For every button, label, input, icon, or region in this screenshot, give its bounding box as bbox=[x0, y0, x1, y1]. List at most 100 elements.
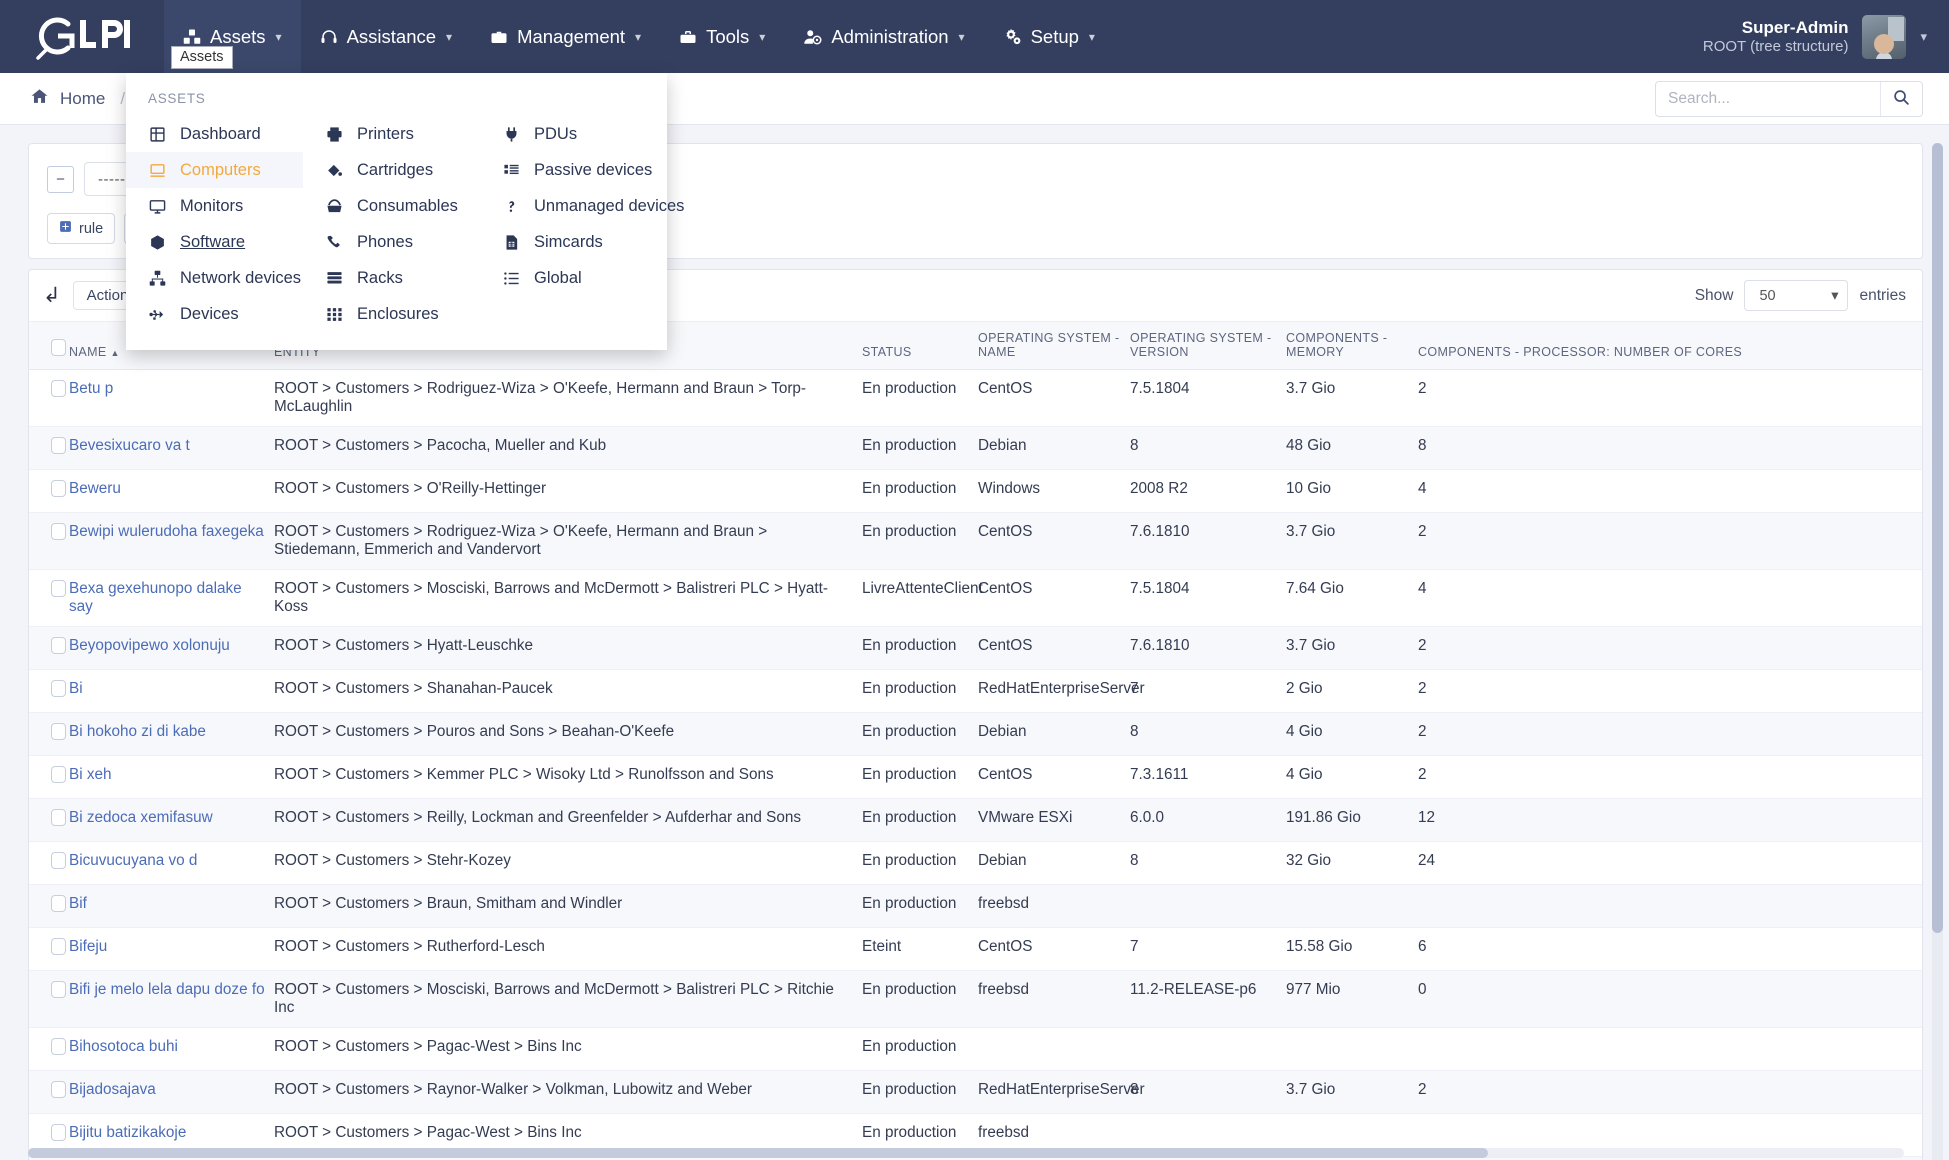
select-all-checkbox[interactable] bbox=[51, 339, 66, 356]
nav-item-tools[interactable]: Tools ▾ bbox=[660, 0, 784, 73]
table-row[interactable]: Bifeju ROOT > Customers > Rutherford-Lesc… bbox=[29, 927, 1922, 971]
column-header-os-name[interactable]: OPERATING SYSTEM - NAME bbox=[978, 322, 1130, 370]
glpi-logo[interactable] bbox=[28, 13, 146, 61]
row-checkbox-cell[interactable] bbox=[29, 569, 69, 627]
row-checkbox[interactable] bbox=[51, 523, 66, 540]
menu-item-monitors[interactable]: Monitors bbox=[126, 188, 303, 224]
menu-item-phones[interactable]: Phones bbox=[303, 224, 480, 260]
user-menu[interactable]: Super-Admin ROOT (tree structure) ▾ bbox=[1703, 14, 1927, 59]
menu-item-software[interactable]: Software bbox=[126, 224, 303, 260]
table-row[interactable]: Bihosotoca buhi ROOT > Customers > Pagac-… bbox=[29, 1027, 1922, 1071]
row-checkbox-cell[interactable] bbox=[29, 927, 69, 971]
menu-item-enclosures[interactable]: Enclosures bbox=[303, 296, 480, 332]
row-checkbox[interactable] bbox=[51, 1038, 66, 1055]
row-checkbox[interactable] bbox=[51, 895, 66, 912]
table-row[interactable]: Bexa gexehunopo dalake say ROOT > Custome… bbox=[29, 569, 1922, 627]
cell-name[interactable]: Beyopovipewo xolonuju bbox=[69, 626, 274, 670]
row-checkbox[interactable] bbox=[51, 1081, 66, 1098]
row-checkbox-cell[interactable] bbox=[29, 1070, 69, 1114]
avatar[interactable] bbox=[1862, 14, 1907, 59]
nav-item-administration[interactable]: Administration ▾ bbox=[784, 0, 983, 73]
nav-item-assistance[interactable]: Assistance ▾ bbox=[301, 0, 472, 73]
menu-item-network-devices[interactable]: Network devices bbox=[126, 260, 303, 296]
nav-item-setup[interactable]: Setup ▾ bbox=[984, 0, 1114, 73]
asset-name-link[interactable]: Betu p bbox=[69, 380, 113, 397]
table-row[interactable]: Beweru ROOT > Customers > O'Reilly-Hettin… bbox=[29, 469, 1922, 513]
table-row[interactable]: Beyopovipewo xolonuju ROOT > Customers > … bbox=[29, 626, 1922, 670]
search-input[interactable] bbox=[1656, 81, 1880, 116]
asset-name-link[interactable]: Bihosotoca buhi bbox=[69, 1038, 178, 1055]
row-checkbox-cell[interactable] bbox=[29, 798, 69, 842]
table-row[interactable]: Bi zedoca xemifasuw ROOT > Customers > Re… bbox=[29, 798, 1922, 842]
cell-name[interactable]: Beweru bbox=[69, 469, 274, 513]
cell-name[interactable]: Bewipi wulerudoha faxegeka bbox=[69, 512, 274, 570]
cell-name[interactable]: Bevesixucaro va t bbox=[69, 426, 274, 470]
table-row[interactable]: Bewipi wulerudoha faxegeka ROOT > Custome… bbox=[29, 512, 1922, 570]
row-checkbox[interactable] bbox=[51, 1124, 66, 1141]
row-checkbox[interactable] bbox=[51, 938, 66, 955]
column-header-status[interactable]: STATUS bbox=[862, 322, 978, 370]
asset-name-link[interactable]: Bi bbox=[69, 680, 83, 697]
column-header-memory[interactable]: COMPONENTS - MEMORY bbox=[1286, 322, 1418, 370]
asset-name-link[interactable]: Bifi je melo lela dapu doze fo bbox=[69, 981, 265, 998]
cell-name[interactable]: Betu p bbox=[69, 369, 274, 427]
menu-item-global[interactable]: Global bbox=[480, 260, 684, 296]
asset-name-link[interactable]: Bexa gexehunopo dalake say bbox=[69, 580, 242, 615]
menu-item-simcards[interactable]: Simcards bbox=[480, 224, 684, 260]
row-checkbox-cell[interactable] bbox=[29, 712, 69, 756]
row-checkbox-cell[interactable] bbox=[29, 970, 69, 1028]
row-checkbox[interactable] bbox=[51, 437, 66, 454]
cell-name[interactable]: Bi hokoho zi di kabe bbox=[69, 712, 274, 756]
row-checkbox-cell[interactable] bbox=[29, 426, 69, 470]
table-row[interactable]: Bifi je melo lela dapu doze fo ROOT > Cus… bbox=[29, 970, 1922, 1028]
asset-name-link[interactable]: Bijadosajava bbox=[69, 1081, 156, 1098]
asset-name-link[interactable]: Bijitu batizikakoje bbox=[69, 1124, 186, 1141]
menu-item-unmanaged-devices[interactable]: Unmanaged devices bbox=[480, 188, 684, 224]
global-search[interactable] bbox=[1655, 80, 1923, 117]
asset-name-link[interactable]: Bi hokoho zi di kabe bbox=[69, 723, 206, 740]
row-checkbox-cell[interactable] bbox=[29, 884, 69, 928]
cell-name[interactable]: Bicuvucuyana vo d bbox=[69, 841, 274, 885]
menu-item-devices[interactable]: Devices bbox=[126, 296, 303, 332]
cell-name[interactable]: Bifi je melo lela dapu doze fo bbox=[69, 970, 274, 1028]
menu-item-racks[interactable]: Racks bbox=[303, 260, 480, 296]
row-checkbox-cell[interactable] bbox=[29, 1027, 69, 1071]
table-row[interactable]: Bijadosajava ROOT > Customers > Raynor-Wa… bbox=[29, 1070, 1922, 1114]
table-row[interactable]: Betu p ROOT > Customers > Rodriguez-Wiza … bbox=[29, 369, 1922, 427]
row-checkbox-cell[interactable] bbox=[29, 841, 69, 885]
table-row[interactable]: Bi ROOT > Customers > Shanahan-Paucek En p… bbox=[29, 669, 1922, 713]
asset-name-link[interactable]: Beweru bbox=[69, 480, 121, 497]
row-checkbox-cell[interactable] bbox=[29, 512, 69, 570]
asset-name-link[interactable]: Bevesixucaro va t bbox=[69, 437, 190, 454]
row-checkbox-cell[interactable] bbox=[29, 669, 69, 713]
asset-name-link[interactable]: Bewipi wulerudoha faxegeka bbox=[69, 523, 264, 540]
asset-name-link[interactable]: Bicuvucuyana vo d bbox=[69, 852, 197, 869]
cell-name[interactable]: Bifeju bbox=[69, 927, 274, 971]
row-checkbox[interactable] bbox=[51, 480, 66, 497]
cell-name[interactable]: Bi bbox=[69, 669, 274, 713]
row-checkbox[interactable] bbox=[51, 580, 66, 597]
row-checkbox-cell[interactable] bbox=[29, 755, 69, 799]
table-row[interactable]: Bicuvucuyana vo d ROOT > Customers > Steh… bbox=[29, 841, 1922, 885]
cell-name[interactable]: Bi xeh bbox=[69, 755, 274, 799]
row-checkbox[interactable] bbox=[51, 981, 66, 998]
cell-name[interactable]: Bi zedoca xemifasuw bbox=[69, 798, 274, 842]
cell-name[interactable]: Bijadosajava bbox=[69, 1070, 274, 1114]
add-rule-button[interactable]: rule bbox=[47, 213, 116, 244]
column-header-os-version[interactable]: OPERATING SYSTEM - VERSION bbox=[1130, 322, 1286, 370]
cell-name[interactable]: Bif bbox=[69, 884, 274, 928]
row-checkbox[interactable] bbox=[51, 637, 66, 654]
asset-name-link[interactable]: Beyopovipewo xolonuju bbox=[69, 637, 230, 654]
select-all-header[interactable] bbox=[29, 322, 69, 370]
column-header-cores[interactable]: COMPONENTS - PROCESSOR: NUMBER OF CORES bbox=[1418, 322, 1922, 370]
row-checkbox[interactable] bbox=[51, 852, 66, 869]
table-row[interactable]: Bi xeh ROOT > Customers > Kemmer PLC > Wi… bbox=[29, 755, 1922, 799]
asset-name-link[interactable]: Bifeju bbox=[69, 938, 107, 955]
menu-item-cartridges[interactable]: Cartridges bbox=[303, 152, 480, 188]
table-row[interactable]: Bevesixucaro va t ROOT > Customers > Paco… bbox=[29, 426, 1922, 470]
menu-item-passive-devices[interactable]: Passive devices bbox=[480, 152, 684, 188]
expand-arrow-icon[interactable]: ↳ bbox=[43, 284, 61, 307]
horizontal-scrollbar[interactable] bbox=[28, 1148, 1904, 1158]
menu-item-dashboard[interactable]: Dashboard bbox=[126, 116, 303, 152]
asset-name-link[interactable]: Bi xeh bbox=[69, 766, 112, 783]
